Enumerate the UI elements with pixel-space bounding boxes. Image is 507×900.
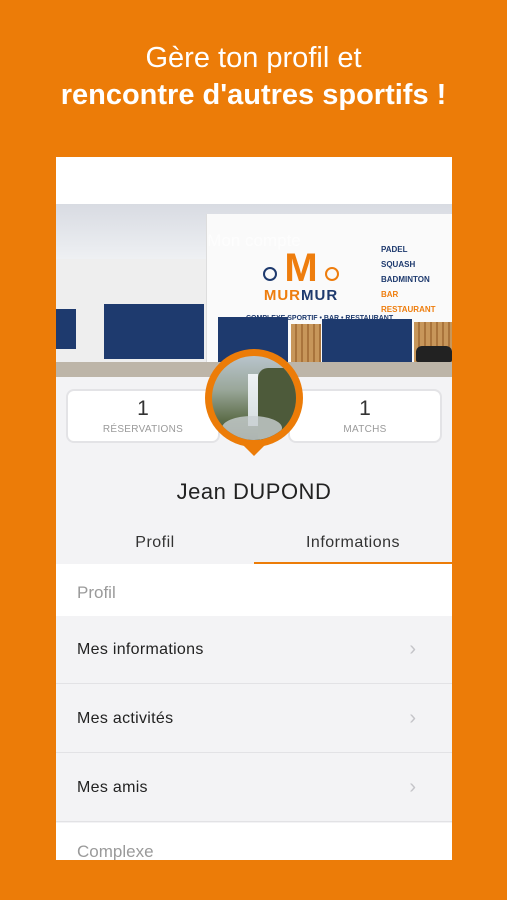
extra-restaurant: RESTAURANT (381, 305, 436, 314)
tab-profil[interactable]: Profil (56, 514, 254, 564)
status-bar (56, 157, 452, 204)
padel-ball-icon (263, 267, 277, 281)
sport-squash: SQUASH (381, 260, 416, 269)
cover-car (416, 346, 452, 362)
headline-line1: Gère ton profil et (145, 42, 362, 74)
chevron-right-icon: › (409, 776, 416, 798)
logo-mur-2: MUR (301, 287, 339, 304)
menu-item-mes-amis[interactable]: Mes amis › (56, 754, 452, 822)
matchs-stat[interactable]: 1 MATCHS (288, 389, 442, 443)
avatar-container[interactable] (205, 349, 303, 459)
screen-title: Mon compte (207, 231, 301, 250)
reservations-count: 1 (137, 397, 149, 420)
user-name: Jean DUPOND (176, 479, 332, 504)
profile-tabs: Profil Informations (56, 514, 452, 564)
cover-blue-block (56, 309, 76, 349)
menu-item-label: Mes amis (77, 779, 148, 796)
reservations-stat[interactable]: 1 RÉSERVATIONS (66, 389, 220, 443)
photo-mist (222, 416, 282, 440)
reservations-label: RÉSERVATIONS (102, 424, 184, 435)
logo-mur-1: MUR (263, 287, 301, 304)
extra-bar: BAR (381, 290, 399, 299)
menu-item-label: Mes activités (77, 710, 174, 727)
phone-screen: M MURMUR COMPLEXE SPORTIF • BAR • RESTAU… (56, 157, 452, 860)
avatar (205, 349, 303, 447)
section-header-profil: Profil (56, 564, 452, 616)
menu-item-mes-informations[interactable]: Mes informations › (56, 616, 452, 684)
section-header-complexe: Complexe (56, 823, 452, 860)
logo-text: MURMUR (261, 287, 341, 304)
cover-sports-list: PADEL SQUASH BADMINTON BAR RESTAURANT (381, 242, 436, 317)
chevron-right-icon: › (409, 638, 416, 660)
cover-tagline: COMPLEXE SPORTIF • BAR • RESTAURANT (246, 315, 394, 322)
cover-blue-block (322, 319, 412, 364)
tab-informations[interactable]: Informations (254, 514, 452, 564)
matchs-count: 1 (359, 397, 371, 420)
menu-item-label: Mes informations (77, 641, 204, 658)
headline-line2: rencontre d'autres sportifs ! (60, 79, 447, 111)
cover-blue-block (104, 304, 204, 359)
sport-badminton: BADMINTON (381, 275, 430, 284)
tennis-ball-icon (325, 267, 339, 281)
promo-headline: Gère ton profil et rencontre d'autres sp… (0, 40, 507, 114)
matchs-label: MATCHS (343, 424, 387, 435)
murmur-logo: M MURMUR (261, 248, 341, 304)
chevron-right-icon: › (409, 707, 416, 729)
menu-item-mes-activites[interactable]: Mes activités › (56, 685, 452, 753)
avatar-photo (212, 356, 296, 440)
